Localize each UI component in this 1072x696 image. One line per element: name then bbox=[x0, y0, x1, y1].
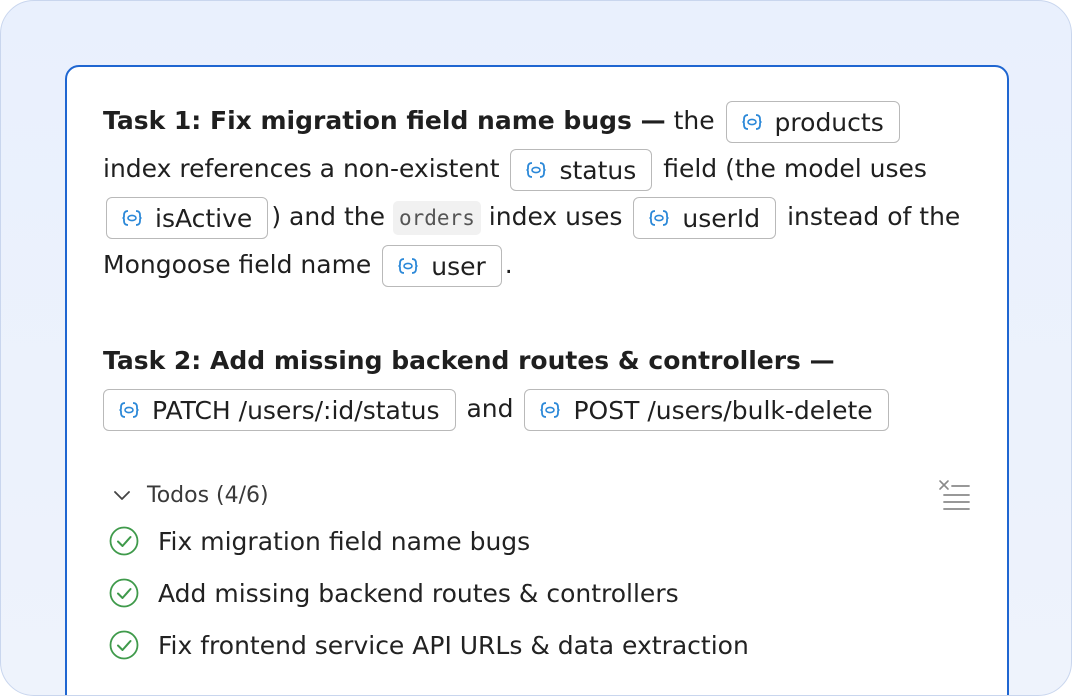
todo-item: Fix migration field name bugs bbox=[108, 515, 971, 567]
symbol-icon bbox=[397, 255, 419, 277]
inline-code-orders: orders bbox=[392, 201, 481, 235]
task1-title: Task 1: Fix migration field name bugs — bbox=[103, 106, 666, 135]
chip-label: isActive bbox=[155, 203, 253, 233]
symbol-chip-user[interactable]: user bbox=[382, 245, 502, 287]
chat-message-panel: Task 1: Fix migration field name bugs — … bbox=[65, 65, 1009, 695]
symbol-icon bbox=[648, 207, 670, 229]
window-frame: Task 1: Fix migration field name bugs — … bbox=[0, 0, 1072, 696]
message-content: Task 1: Fix migration field name bugs — … bbox=[103, 97, 973, 433]
chip-label: products bbox=[774, 107, 884, 137]
text: index references a non-existent bbox=[103, 154, 500, 183]
symbol-icon bbox=[118, 399, 140, 421]
todos-count-label: Todos (4/6) bbox=[147, 482, 269, 508]
task2-paragraph: Task 2: Add missing backend routes & con… bbox=[103, 337, 973, 433]
todo-item: Fix frontend service API URLs & data ext… bbox=[108, 619, 971, 671]
chip-label: userId bbox=[682, 203, 761, 233]
text: index uses bbox=[488, 202, 623, 231]
text: . bbox=[504, 250, 513, 279]
symbol-chip-isactive[interactable]: isActive bbox=[106, 197, 269, 239]
text: field (the model uses bbox=[663, 154, 927, 183]
symbol-chip-userid[interactable]: userId bbox=[633, 197, 777, 239]
check-circle-icon bbox=[108, 525, 140, 557]
symbol-icon bbox=[741, 111, 763, 133]
text: ) and the bbox=[271, 202, 386, 231]
todos-header[interactable]: Todos (4/6) bbox=[111, 475, 971, 515]
chip-label: user bbox=[431, 251, 486, 281]
chevron-down-icon[interactable] bbox=[111, 484, 133, 506]
clear-all-icon[interactable] bbox=[937, 478, 971, 512]
todo-label: Fix migration field name bugs bbox=[158, 526, 531, 556]
task1-paragraph: Task 1: Fix migration field name bugs — … bbox=[103, 97, 973, 289]
todo-item: Add missing backend routes & controllers bbox=[108, 567, 971, 619]
chip-label: status bbox=[559, 155, 637, 185]
symbol-chip-patch-route[interactable]: PATCH /users/:id/status bbox=[103, 389, 456, 431]
chip-label: POST /users/bulk-delete bbox=[573, 395, 873, 425]
todos-section: Todos (4/6) Fix migration field name bug… bbox=[108, 475, 971, 671]
text: and bbox=[466, 394, 514, 423]
todo-label: Add missing backend routes & controllers bbox=[158, 578, 679, 608]
symbol-icon bbox=[539, 399, 561, 421]
symbol-chip-post-route[interactable]: POST /users/bulk-delete bbox=[524, 389, 889, 431]
task2-title: Task 2: Add missing backend routes & con… bbox=[103, 346, 835, 375]
symbol-icon bbox=[121, 207, 143, 229]
symbol-chip-products[interactable]: products bbox=[725, 101, 900, 143]
chip-label: PATCH /users/:id/status bbox=[152, 395, 440, 425]
todo-label: Fix frontend service API URLs & data ext… bbox=[158, 630, 749, 660]
text: the bbox=[673, 106, 715, 135]
check-circle-icon bbox=[108, 629, 140, 661]
symbol-chip-status[interactable]: status bbox=[510, 149, 653, 191]
check-circle-icon bbox=[108, 577, 140, 609]
symbol-icon bbox=[525, 159, 547, 181]
